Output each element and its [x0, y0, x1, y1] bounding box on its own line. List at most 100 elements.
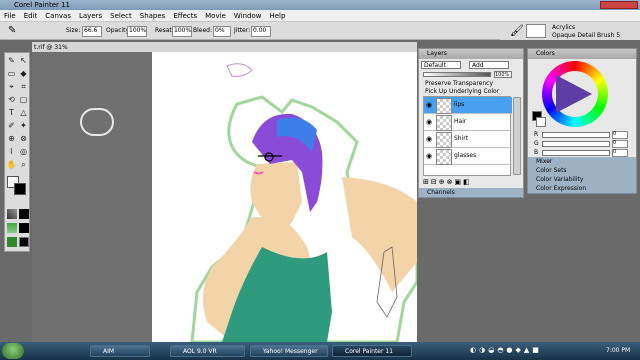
primary-color-swatch[interactable]	[14, 183, 26, 195]
window-title: Corel Painter 11	[14, 1, 71, 9]
eye-icon[interactable]: ◉	[426, 118, 432, 126]
shape-icon[interactable]: △	[18, 107, 29, 118]
crop-icon[interactable]: ⌗	[18, 81, 29, 92]
eye-icon[interactable]: ◉	[426, 152, 432, 160]
blue-slider[interactable]: B 0	[534, 149, 630, 157]
menu-help[interactable]: Help	[265, 10, 289, 20]
brush-category-icon[interactable]: 🖌	[510, 24, 524, 37]
divine-proportion-icon[interactable]: ◎	[18, 146, 29, 157]
layer-adjuster-icon[interactable]: ↖	[18, 55, 29, 66]
jitter-field[interactable]: 0.00	[251, 26, 271, 37]
saturation-triangle[interactable]	[556, 75, 592, 113]
slider-value[interactable]: 0	[612, 140, 628, 148]
layer-name: lips	[454, 101, 465, 108]
green-slider[interactable]: G 0	[534, 140, 630, 148]
preserve-transparency-checkbox[interactable]: Preserve Transparency	[425, 80, 493, 87]
magnifier-icon[interactable]: ⌕	[18, 159, 29, 170]
layers-panel-title: Layers	[427, 50, 447, 57]
look-selector-icon[interactable]	[7, 237, 17, 247]
stamp-icon[interactable]: ⊗	[18, 133, 29, 144]
brush-tool-icon[interactable]: ✎	[8, 25, 16, 36]
eye-icon[interactable]: ◉	[426, 135, 432, 143]
clock[interactable]: 7:00 PM	[606, 347, 630, 354]
slider-track[interactable]	[542, 150, 610, 156]
color-expression-panel-header[interactable]: Color Expression	[528, 184, 636, 194]
jitter-label: Jitter:	[234, 27, 251, 34]
layer-row-hair[interactable]: ◉ Hair	[424, 114, 512, 131]
slider-label: R	[534, 131, 539, 138]
layer-opacity-value[interactable]: 100%	[494, 71, 512, 78]
slider-label: B	[534, 149, 539, 156]
menu-canvas[interactable]: Canvas	[41, 10, 75, 20]
slider-value[interactable]: 0	[612, 149, 628, 157]
opacity-field[interactable]: 100%	[127, 26, 147, 37]
rect-select-icon[interactable]: ▢	[18, 94, 29, 105]
pick-up-underlying-color-checkbox[interactable]: Pick Up Underlying Color	[425, 88, 499, 95]
taskbar-item-aol[interactable]: AOL 9.0 VR	[170, 345, 245, 357]
brush-cursor-outline	[80, 108, 114, 136]
menu-file[interactable]: File	[0, 10, 20, 20]
menu-effects[interactable]: Effects	[169, 10, 201, 20]
size-field[interactable]: 66.6	[82, 26, 102, 37]
taskbar-item-painter[interactable]: Corel Painter 11	[332, 345, 412, 357]
painting-artwork	[190, 63, 419, 344]
eraser-icon[interactable]: ▭	[6, 68, 17, 79]
layer-row-glasses[interactable]: ◉ glasses	[424, 148, 512, 165]
blend-mode-select[interactable]: Add	[469, 61, 509, 69]
text-icon[interactable]: T	[6, 107, 17, 118]
layer-thumbnail	[436, 132, 452, 148]
bleed-field[interactable]: 0%	[213, 26, 231, 37]
size-label: Size:	[66, 27, 81, 34]
taskbar-item-yahoo-messenger[interactable]: Yahoo! Messenger	[250, 345, 328, 357]
start-button[interactable]	[2, 343, 24, 359]
resat-field[interactable]: 100%	[172, 26, 192, 37]
paint-bucket-icon[interactable]: ◆	[18, 68, 29, 79]
magic-wand-icon[interactable]: ✦	[18, 120, 29, 131]
system-tray-icons[interactable]: ◐◑◒◓●◆▲■	[470, 346, 598, 356]
slider-track[interactable]	[542, 132, 610, 138]
menu-layers[interactable]: Layers	[75, 10, 106, 20]
additional-color-swatch[interactable]	[536, 117, 546, 127]
layer-opacity-slider[interactable]	[423, 72, 491, 77]
brush-selector[interactable]: 🖌 Acrylics Opaque Detail Brush 5	[500, 22, 640, 40]
lasso-icon[interactable]: ⟲	[6, 94, 17, 105]
gradient-selector-icon[interactable]	[7, 223, 17, 233]
grabber-icon[interactable]: ✋	[6, 159, 17, 170]
layer-name: glasses	[454, 152, 477, 159]
transform-icon[interactable]: ⌖	[6, 81, 17, 92]
layers-scrollbar[interactable]	[513, 97, 521, 175]
menu-edit[interactable]: Edit	[20, 10, 42, 20]
slider-value[interactable]: 0	[612, 131, 628, 139]
layer-commands[interactable]: ⊞⊟⊕⊗▣◧	[423, 178, 511, 186]
composite-method-select[interactable]: Default	[421, 61, 461, 69]
weaves-selector-icon[interactable]	[19, 237, 29, 247]
menu-bar: File Edit Canvas Layers Select Shapes Effects M…	[0, 10, 640, 22]
menu-select[interactable]: Select	[106, 10, 136, 20]
layers-panel: Layers Default Add 100% Preserve Transpa…	[418, 48, 524, 198]
resat-label: Resat:	[155, 27, 174, 34]
layer-name: Shirt	[454, 135, 469, 142]
channels-panel-header[interactable]: Channels	[419, 188, 523, 198]
slider-track[interactable]	[542, 141, 610, 147]
pen-icon[interactable]: ✐	[6, 120, 17, 131]
taskbar-item-aim[interactable]: AIM	[90, 345, 150, 357]
layer-row-shirt[interactable]: ◉ Shirt	[424, 131, 512, 148]
red-slider[interactable]: R 0	[534, 131, 630, 139]
menu-shapes[interactable]: Shapes	[136, 10, 170, 20]
menu-movie[interactable]: Movie	[201, 10, 230, 20]
dropper-icon[interactable]: ⌇	[6, 146, 17, 157]
cloner-icon[interactable]: ⊕	[6, 133, 17, 144]
layer-row-lips[interactable]: ◉ lips	[424, 97, 512, 114]
paper-selector-icon[interactable]	[7, 209, 17, 219]
pattern-selector-icon[interactable]	[19, 209, 29, 219]
eye-icon[interactable]: ◉	[426, 101, 432, 109]
taskbar: AIM AOL 9.0 VR Yahoo! Messenger Corel Pa…	[0, 342, 640, 360]
colors-panel-header[interactable]: Colors	[528, 49, 636, 59]
drawing-canvas[interactable]	[152, 52, 419, 344]
menu-window[interactable]: Window	[230, 10, 266, 20]
brush-tool-icon[interactable]: ✎	[6, 55, 17, 66]
brush-dab-preview[interactable]	[526, 24, 546, 38]
nozzle-selector-icon[interactable]	[19, 223, 29, 233]
window-controls[interactable]	[600, 1, 638, 9]
layers-panel-header[interactable]: Layers	[419, 49, 523, 59]
